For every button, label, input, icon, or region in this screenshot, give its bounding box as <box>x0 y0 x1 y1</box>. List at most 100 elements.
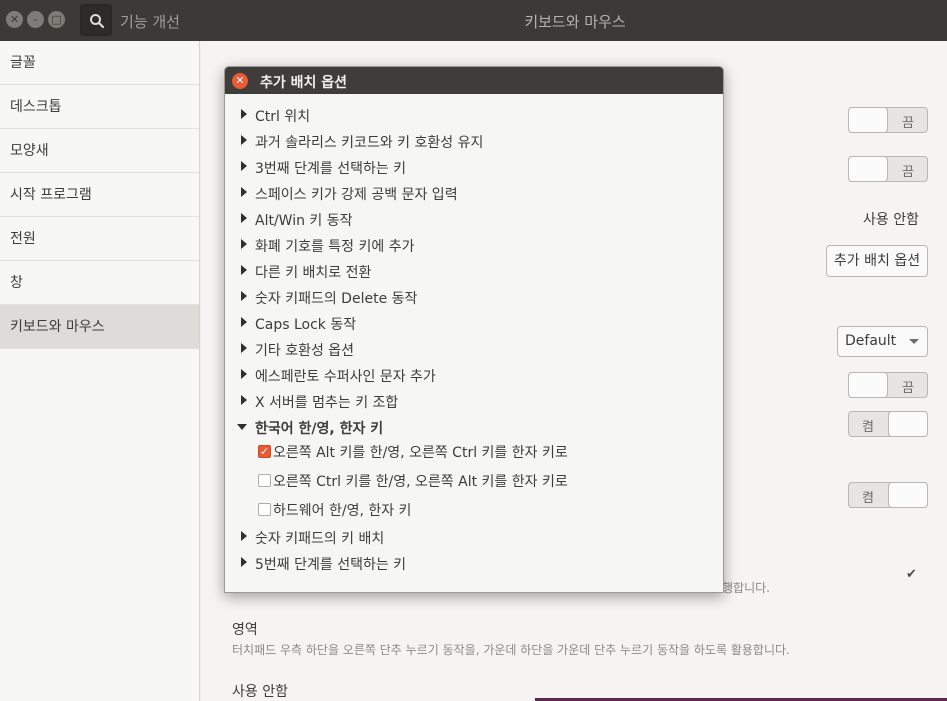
close-icon[interactable]: ✕ <box>232 73 248 89</box>
tree-item[interactable]: 다른 키 배치로 전환 <box>225 260 723 284</box>
sidebar-item-label: 키보드와 마우스 <box>10 319 105 335</box>
sidebar-item-fonts[interactable]: 글꼴 <box>0 41 199 85</box>
tree-item[interactable]: Alt/Win 키 동작 <box>225 208 723 232</box>
expander-arrow-icon[interactable] <box>241 135 247 145</box>
tree-item-label: 한국어 한/영, 한자 키 <box>255 421 384 437</box>
expander-arrow-icon[interactable] <box>241 265 247 275</box>
sidebar-item-label: 데스크톱 <box>10 99 62 115</box>
status-text: 사용 안함 <box>863 212 919 228</box>
minimize-window-icon[interactable]: – <box>27 11 44 28</box>
toggle-switch-4[interactable]: 켬 <box>848 411 928 437</box>
expander-arrow-icon[interactable] <box>241 239 247 249</box>
tree-item-label: Caps Lock 동작 <box>255 317 357 333</box>
chevron-down-icon <box>909 339 919 344</box>
tree-item[interactable]: 화폐 기호를 특정 키에 추가 <box>225 234 723 258</box>
expander-arrow-icon[interactable] <box>241 161 247 171</box>
sidebar-item-label: 전원 <box>10 231 36 247</box>
toggle-label: 끔 <box>902 165 914 180</box>
section-title: 영역 <box>232 622 258 638</box>
tree-item-label: 숫자 키패드의 키 배치 <box>255 531 385 547</box>
tree-item[interactable]: 3번째 단계를 선택하는 키 <box>225 156 723 180</box>
toggle-switch-1[interactable]: 끔 <box>848 107 928 133</box>
section-value: 사용 안함 <box>232 684 288 700</box>
sidebar-item-label: 모양새 <box>10 143 49 159</box>
toggle-label: 켬 <box>862 491 874 506</box>
dropdown-select[interactable]: Default <box>837 326 928 357</box>
description-text: 행합니다. <box>722 581 770 595</box>
sidebar-item-label: 창 <box>10 275 23 291</box>
section-description: 터치패드 우측 하단을 오른쪽 단추 누르기 동작을, 가운데 하단을 가운데 … <box>232 643 790 657</box>
expander-arrow-icon[interactable] <box>241 343 247 353</box>
tree-item-label: 3번째 단계를 선택하는 키 <box>255 161 407 177</box>
checkbox[interactable] <box>258 474 271 487</box>
tree-item-label: 화폐 기호를 특정 키에 추가 <box>255 239 415 255</box>
tree-item-label: 기타 호환성 옵션 <box>255 343 355 359</box>
toggle-switch-5[interactable]: 켬 <box>848 482 928 508</box>
sidebar-item-label: 시작 프로그램 <box>10 187 92 203</box>
tree-item-label: 에스페란토 수퍼사인 문자 추가 <box>255 369 436 385</box>
window-controls: ✕ – □ <box>6 11 65 28</box>
sidebar-item-startup[interactable]: 시작 프로그램 <box>0 173 199 217</box>
close-window-icon[interactable]: ✕ <box>6 11 23 28</box>
expander-arrow-icon[interactable] <box>241 213 247 223</box>
sidebar-item-appearance[interactable]: 모양새 <box>0 129 199 173</box>
check-icon[interactable]: ✔ <box>906 567 917 582</box>
tree-item-label: Alt/Win 키 동작 <box>255 213 353 229</box>
expander-arrow-icon[interactable] <box>241 557 247 567</box>
tree-item[interactable]: X 서버를 멈추는 키 조합 <box>225 390 723 414</box>
sidebar-item-keyboard-mouse[interactable]: 키보드와 마우스 <box>0 305 199 349</box>
search-icon <box>90 14 105 29</box>
toggle-switch-2[interactable]: 끔 <box>848 156 928 182</box>
sidebar-item-desktop[interactable]: 데스크톱 <box>0 85 199 129</box>
checkbox-label: 하드웨어 한/영, 한자 키 <box>273 503 412 519</box>
tree-item[interactable]: 기타 호환성 옵션 <box>225 338 723 362</box>
checkbox-option[interactable]: 오른쪽 Ctrl 키를 한/영, 오른쪽 Alt 키를 한자 키로 <box>225 469 723 493</box>
tree-item[interactable]: 숫자 키패드의 키 배치 <box>225 526 723 550</box>
tree-item-label: 스페이스 키가 강제 공백 문자 입력 <box>255 187 458 203</box>
search-button[interactable] <box>80 4 112 36</box>
tree-item-expanded[interactable]: 한국어 한/영, 한자 키 <box>225 416 723 440</box>
tree-item[interactable]: Ctrl 위치 <box>225 104 723 128</box>
tree-item-label: 5번째 단계를 선택하는 키 <box>255 557 407 573</box>
checkbox[interactable] <box>258 503 271 516</box>
app-name: 기능 개선 <box>120 13 180 31</box>
toggle-label: 끔 <box>902 381 914 396</box>
expander-arrow-icon[interactable] <box>237 424 247 430</box>
sidebar: 글꼴 데스크톱 모양새 시작 프로그램 전원 창 키보드와 마우스 <box>0 41 200 701</box>
sidebar-item-power[interactable]: 전원 <box>0 217 199 261</box>
extra-layout-options-button[interactable]: 추가 배치 옵션 <box>826 245 928 277</box>
toggle-switch-3[interactable]: 끔 <box>848 372 928 398</box>
toggle-label: 끔 <box>902 116 914 131</box>
checkbox-option[interactable]: 하드웨어 한/영, 한자 키 <box>225 498 723 522</box>
tree-item-label: 과거 솔라리스 키코드와 키 호환성 유지 <box>255 135 484 151</box>
maximize-window-icon[interactable]: □ <box>48 11 65 28</box>
checkbox-checked[interactable]: ✓ <box>258 445 271 458</box>
tree-item[interactable]: 에스페란토 수퍼사인 문자 추가 <box>225 364 723 388</box>
expander-arrow-icon[interactable] <box>241 291 247 301</box>
toggle-label: 켬 <box>862 420 874 435</box>
expander-arrow-icon[interactable] <box>241 531 247 541</box>
sidebar-item-windows[interactable]: 창 <box>0 261 199 305</box>
dropdown-value: Default <box>845 333 897 349</box>
checkbox-label: 오른쪽 Alt 키를 한/영, 오른쪽 Ctrl 키를 한자 키로 <box>273 445 568 461</box>
dialog-titlebar: ✕ 추가 배치 옵션 <box>225 67 723 94</box>
expander-arrow-icon[interactable] <box>241 187 247 197</box>
expander-arrow-icon[interactable] <box>241 317 247 327</box>
page-title: 키보드와 마우스 <box>524 13 626 31</box>
header-bar: ✕ – □ 기능 개선 키보드와 마우스 <box>0 0 947 41</box>
checkbox-label: 오른쪽 Ctrl 키를 한/영, 오른쪽 Alt 키를 한자 키로 <box>273 474 568 490</box>
expander-arrow-icon[interactable] <box>241 395 247 405</box>
sidebar-item-label: 글꼴 <box>10 55 36 71</box>
extra-layout-options-dialog: ✕ 추가 배치 옵션 Ctrl 위치 과거 솔라리스 키코드와 키 호환성 유지… <box>224 66 724 593</box>
dialog-title: 추가 배치 옵션 <box>260 75 348 91</box>
tree-item[interactable]: 과거 솔라리스 키코드와 키 호환성 유지 <box>225 130 723 154</box>
tree-item[interactable]: 5번째 단계를 선택하는 키 <box>225 552 723 576</box>
checkbox-option[interactable]: ✓ 오른쪽 Alt 키를 한/영, 오른쪽 Ctrl 키를 한자 키로 <box>225 440 723 464</box>
tree-item-label: X 서버를 멈추는 키 조합 <box>255 395 399 411</box>
tree-item[interactable]: 스페이스 키가 강제 공백 문자 입력 <box>225 182 723 206</box>
expander-arrow-icon[interactable] <box>241 369 247 379</box>
tree-item[interactable]: Caps Lock 동작 <box>225 312 723 336</box>
tree-item[interactable]: 숫자 키패드의 Delete 동작 <box>225 286 723 310</box>
tree-item-label: 다른 키 배치로 전환 <box>255 265 372 281</box>
expander-arrow-icon[interactable] <box>241 109 247 119</box>
